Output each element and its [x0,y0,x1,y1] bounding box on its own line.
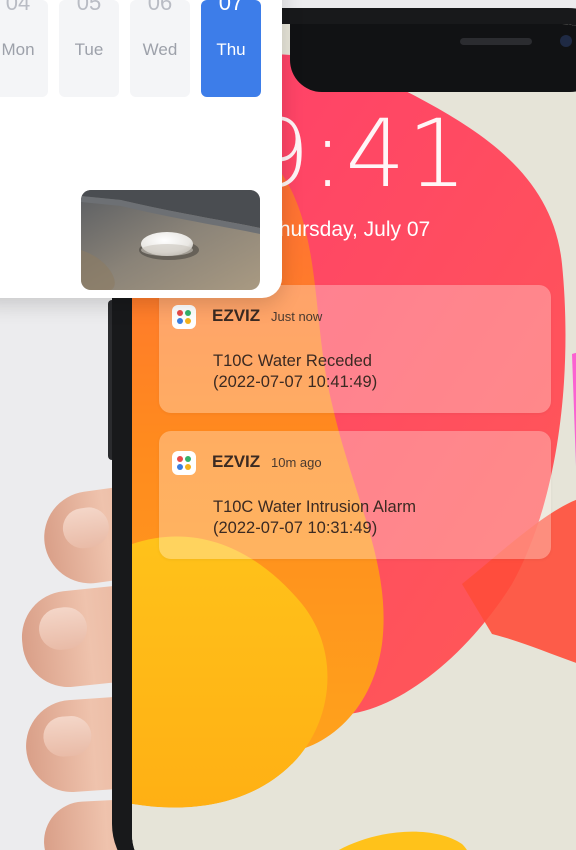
front-camera [560,35,572,47]
notification-timestamp: (2022-07-07 10:41:49) [213,373,378,391]
notification-time: 10m ago [271,455,322,470]
earpiece-speaker [460,38,532,45]
notification-time: Just now [271,309,323,324]
sensor-photo [81,190,260,290]
calendar-day-tile[interactable]: 05 Tue [59,0,119,97]
phone-notch [290,24,576,92]
event-thumbnail[interactable] [81,190,260,290]
day-number: 05 [76,0,102,15]
lock-screen-date: Thursday, July 07 [266,218,431,241]
product-scene: 9:41 Thursday, July 07 EZVIZ Just now T1… [0,0,576,850]
calendar-day-tile[interactable]: 06 Wed [130,0,190,97]
fingernail [60,504,112,551]
notification-message: T10C Water Intrusion Alarm (2022-07-07 1… [213,497,416,539]
notification-timestamp: (2022-07-07 10:31:49) [213,519,378,537]
notification-app-name: EZVIZ [212,452,261,471]
notification-app-name: EZVIZ [212,306,261,325]
fingernail [36,605,90,652]
event-calendar-card: 04 Mon 05 Tue 06 Wed 07 Thu [0,0,282,298]
day-of-week: Tue [74,40,104,59]
notification-card[interactable]: EZVIZ 10m ago T10C Water Intrusion Alarm… [159,431,551,559]
day-number: 07 [218,0,244,15]
ezviz-app-icon [172,451,196,475]
day-number: 06 [147,0,173,15]
calendar-day-tile[interactable]: 04 Mon [0,0,48,97]
fingernail [42,714,93,758]
notification-title: T10C Water Receded [213,352,372,370]
day-number: 04 [5,0,31,15]
calendar-day-tile-selected[interactable]: 07 Thu [201,0,261,97]
day-of-week: Thu [216,40,246,59]
ezviz-app-icon [172,305,196,329]
lock-screen-time: 9:41 [250,100,470,209]
day-of-week: Mon [1,40,35,59]
notification-message: T10C Water Receded (2022-07-07 10:41:49) [213,351,377,393]
day-of-week: Wed [142,40,178,59]
notification-card[interactable]: EZVIZ Just now T10C Water Receded (2022-… [159,285,551,413]
notification-title: T10C Water Intrusion Alarm [213,498,416,516]
